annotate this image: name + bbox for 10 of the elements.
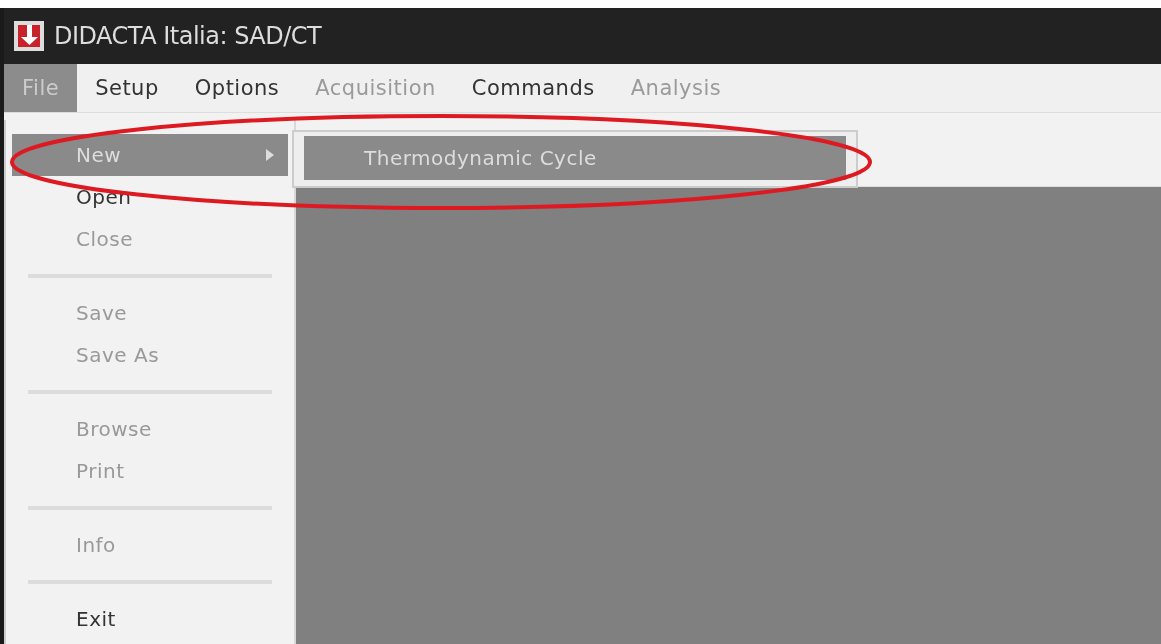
- menu-entry[interactable]: New: [12, 134, 288, 176]
- menu-item[interactable]: Options: [176, 64, 298, 112]
- submenu-entry[interactable]: Thermodynamic Cycle: [304, 136, 846, 180]
- window-title: DIDACTA Italia: SAD/CT: [54, 22, 322, 50]
- app-logo-icon: [14, 21, 44, 51]
- menu-entry[interactable]: Exit: [12, 598, 288, 640]
- menu-item[interactable]: File: [4, 64, 78, 112]
- menu-item[interactable]: Commands: [453, 64, 613, 112]
- menu-entry[interactable]: Open: [12, 176, 288, 218]
- menu-item[interactable]: Setup: [77, 64, 177, 112]
